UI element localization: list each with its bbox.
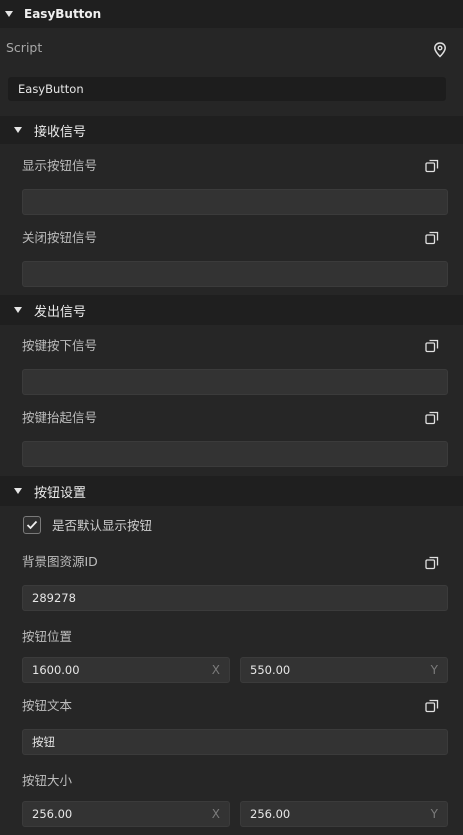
size-x-input[interactable]: 256.00 X (22, 801, 230, 827)
inspector-panel: EasyButton Script EasyButton 接收信号 显示按钮信号… (0, 0, 463, 835)
axis-y-label: Y (430, 807, 438, 821)
copy-icon[interactable] (425, 556, 439, 570)
component-title: EasyButton (24, 7, 102, 21)
position-label: 按钮位置 (22, 629, 73, 644)
copy-icon[interactable] (425, 411, 439, 425)
copy-icon[interactable] (425, 159, 439, 173)
script-label: Script (6, 40, 43, 55)
size-x-value: 256.00 (32, 807, 73, 821)
size-y-value: 256.00 (250, 807, 291, 821)
default-show-checkbox[interactable] (23, 516, 41, 534)
close-signal-label: 关闭按钮信号 (22, 230, 98, 245)
button-size-label: 按钮大小 (22, 773, 73, 788)
copy-icon[interactable] (425, 699, 439, 713)
release-signal-label: 按键抬起信号 (22, 410, 98, 425)
show-signal-label: 显示按钮信号 (22, 158, 98, 173)
collapse-arrow-icon[interactable] (14, 488, 22, 494)
checkmark-icon (26, 520, 38, 530)
axis-x-label: X (211, 807, 220, 821)
position-x-input[interactable]: 1600.00 X (22, 657, 230, 683)
section-header-receive[interactable]: 接收信号 (0, 116, 463, 144)
show-signal-input[interactable] (22, 189, 448, 215)
close-signal-input[interactable] (22, 261, 448, 287)
default-show-label: 是否默认显示按钮 (52, 518, 153, 533)
copy-icon[interactable] (425, 339, 439, 353)
collapse-arrow-icon[interactable] (5, 11, 13, 17)
release-signal-input[interactable] (22, 441, 448, 467)
axis-y-label: Y (430, 663, 438, 677)
section-title-receive: 接收信号 (34, 124, 87, 140)
section-title-settings: 按钮设置 (34, 485, 87, 501)
section-header-settings[interactable]: 按钮设置 (0, 476, 463, 506)
position-x-value: 1600.00 (32, 663, 80, 677)
bg-id-input[interactable]: 289278 (22, 585, 448, 611)
section-title-send: 发出信号 (34, 304, 87, 320)
section-header-send[interactable]: 发出信号 (0, 295, 463, 325)
button-text-label: 按钮文本 (22, 698, 73, 713)
axis-x-label: X (211, 663, 220, 677)
press-signal-label: 按键按下信号 (22, 338, 98, 353)
location-pin-icon[interactable] (433, 42, 447, 58)
collapse-arrow-icon[interactable] (14, 127, 22, 133)
button-text-input[interactable]: 按钮 (22, 729, 448, 755)
component-header[interactable]: EasyButton (0, 0, 463, 28)
script-field[interactable]: EasyButton (8, 77, 446, 101)
collapse-arrow-icon[interactable] (14, 307, 22, 313)
copy-icon[interactable] (425, 231, 439, 245)
bg-id-label: 背景图资源ID (22, 554, 98, 569)
press-signal-input[interactable] (22, 369, 448, 395)
size-y-input[interactable]: 256.00 Y (240, 801, 448, 827)
position-y-value: 550.00 (250, 663, 291, 677)
position-y-input[interactable]: 550.00 Y (240, 657, 448, 683)
